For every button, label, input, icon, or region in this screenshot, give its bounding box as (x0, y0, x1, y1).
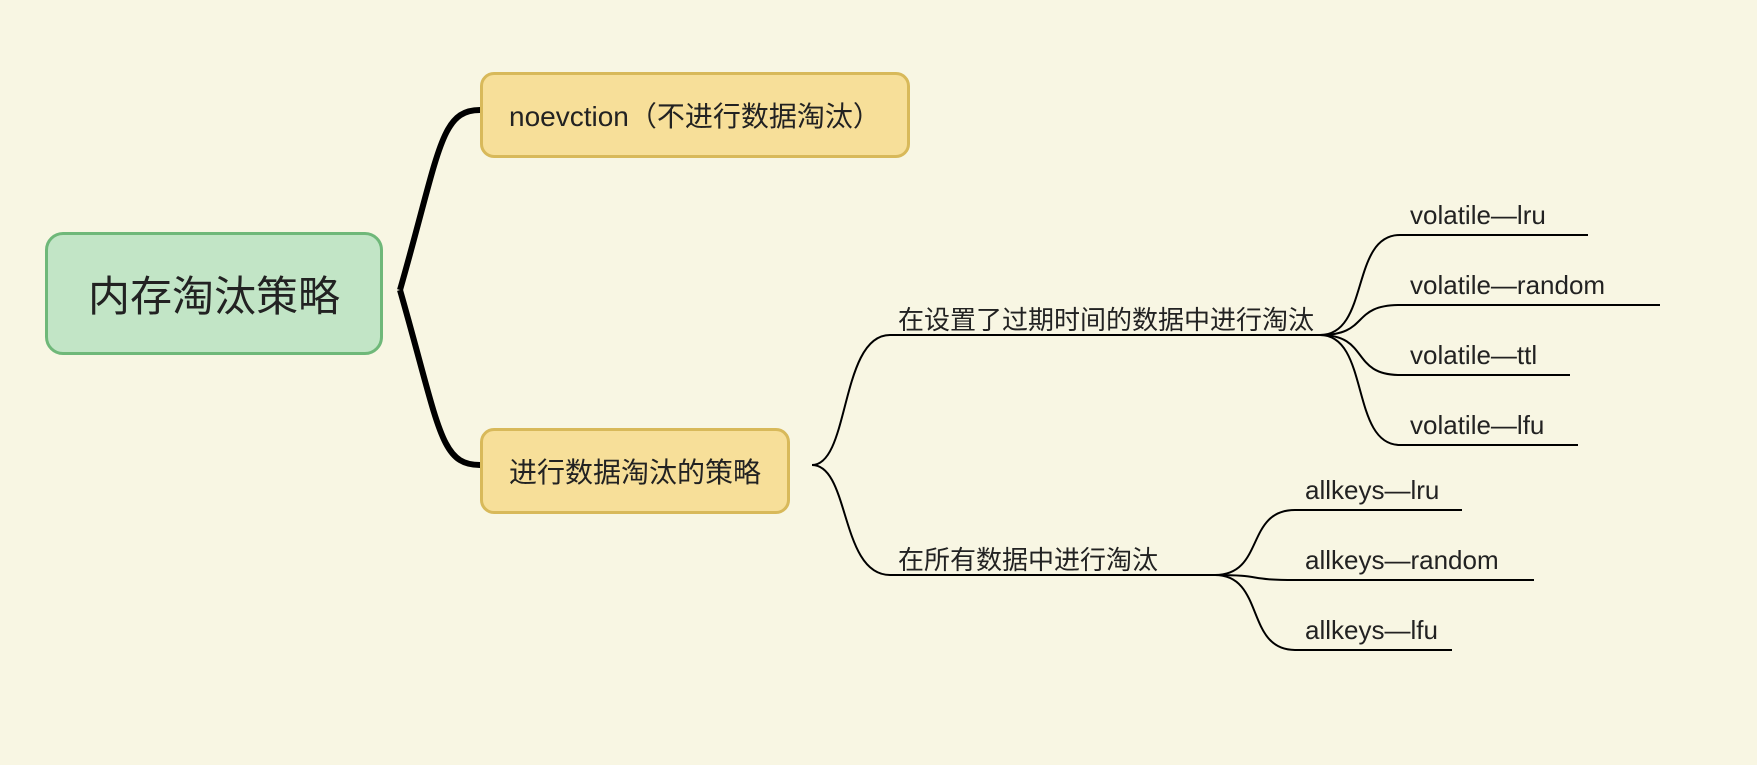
leaf-allkeys-random-label: allkeys—random (1305, 545, 1499, 576)
leaf-volatile-random-label: volatile—random (1410, 270, 1605, 301)
root-label: 内存淘汰策略 (88, 263, 340, 324)
branch-eviction-label: 进行数据淘汰的策略 (509, 451, 761, 491)
leaf-volatile-lru[interactable]: volatile—lru (1410, 200, 1546, 231)
leaf-allkeys-lfu-label: allkeys—lfu (1305, 615, 1438, 646)
leaf-allkeys-lfu[interactable]: allkeys—lfu (1305, 615, 1438, 646)
leaf-allkeys-lru-label: allkeys—lru (1305, 475, 1439, 506)
root-node[interactable]: 内存淘汰策略 (45, 232, 383, 355)
branch-noeviction-label: noevction（不进行数据淘汰） (509, 95, 881, 135)
branch-eviction[interactable]: 进行数据淘汰的策略 (480, 428, 790, 514)
group-allkeys[interactable]: 在所有数据中进行淘汰 (898, 540, 1158, 577)
leaf-allkeys-lru[interactable]: allkeys—lru (1305, 475, 1439, 506)
group-allkeys-label: 在所有数据中进行淘汰 (898, 540, 1158, 577)
leaf-volatile-ttl-label: volatile—ttl (1410, 340, 1537, 371)
group-volatile-label: 在设置了过期时间的数据中进行淘汰 (898, 300, 1314, 337)
leaf-volatile-lru-label: volatile—lru (1410, 200, 1546, 231)
leaf-volatile-lfu-label: volatile—lfu (1410, 410, 1544, 441)
branch-noeviction[interactable]: noevction（不进行数据淘汰） (480, 72, 910, 158)
leaf-allkeys-random[interactable]: allkeys—random (1305, 545, 1499, 576)
group-volatile[interactable]: 在设置了过期时间的数据中进行淘汰 (898, 300, 1314, 337)
leaf-volatile-ttl[interactable]: volatile—ttl (1410, 340, 1537, 371)
leaf-volatile-lfu[interactable]: volatile—lfu (1410, 410, 1544, 441)
leaf-volatile-random[interactable]: volatile—random (1410, 270, 1605, 301)
